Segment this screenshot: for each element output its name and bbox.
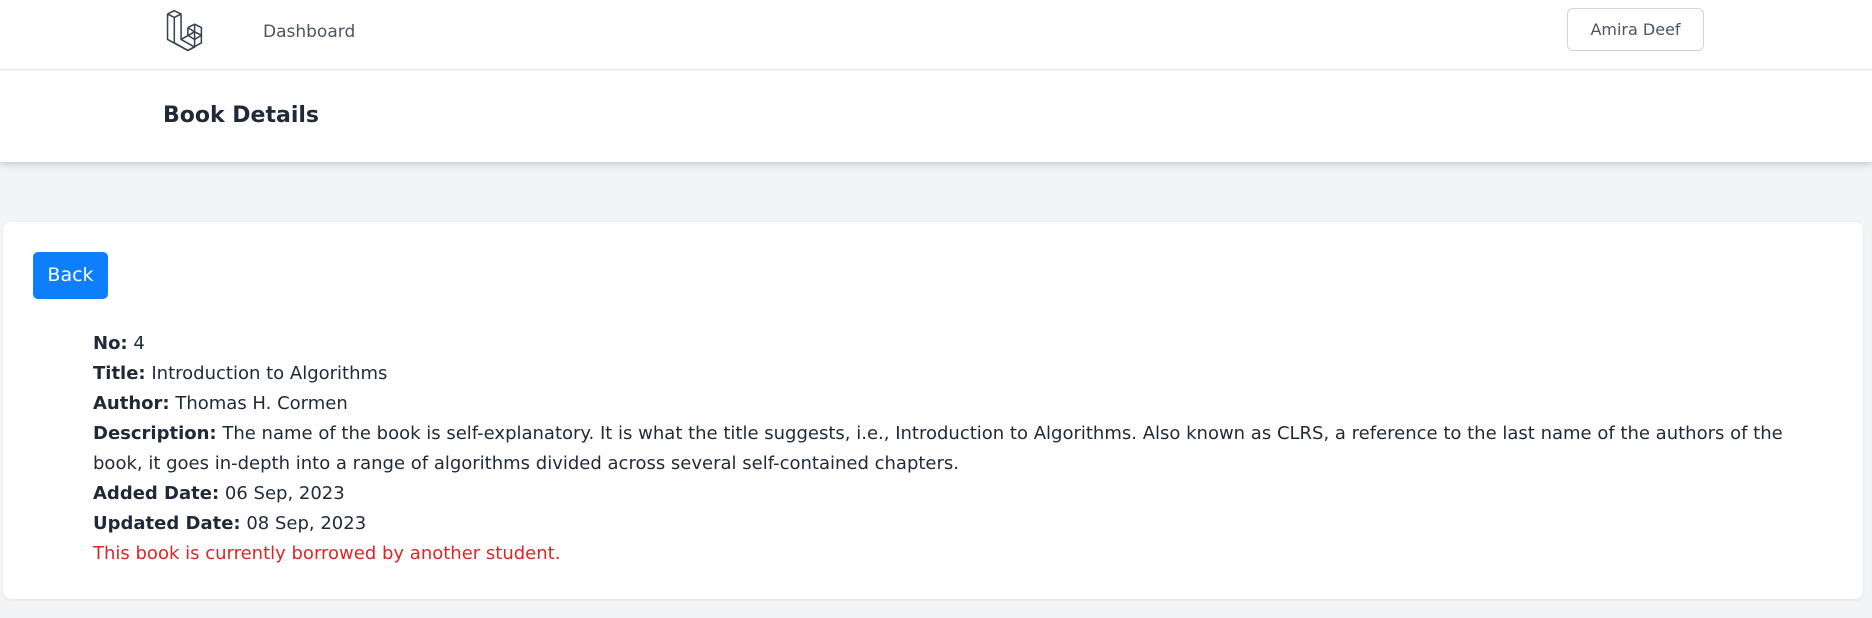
top-navigation-bar: Dashboard Amira Deef — [0, 0, 1872, 70]
back-button[interactable]: Back — [33, 252, 108, 299]
detail-row-no: No: 4 — [93, 329, 1833, 359]
detail-row-added-date: Added Date: 06 Sep, 2023 — [93, 479, 1833, 509]
detail-value: The name of the book is self-explanatory… — [93, 423, 1783, 474]
page-title: Book Details — [163, 103, 320, 128]
book-details-list: No: 4 Title: Introduction to Algorithms … — [93, 329, 1833, 569]
detail-label: Title: — [93, 363, 146, 384]
detail-value: 08 Sep, 2023 — [246, 513, 367, 534]
detail-value: 4 — [133, 333, 145, 354]
borrow-status-message: This book is currently borrowed by anoth… — [93, 543, 561, 564]
laravel-logo-icon[interactable] — [165, 9, 209, 53]
detail-row-description: Description: The name of the book is sel… — [93, 419, 1833, 479]
detail-label: Author: — [93, 393, 170, 414]
detail-row-author: Author: Thomas H. Cormen — [93, 389, 1833, 419]
book-details-card: Back No: 4 Title: Introduction to Algori… — [3, 222, 1863, 599]
detail-value: 06 Sep, 2023 — [224, 483, 345, 504]
page-header: Book Details — [0, 71, 1872, 162]
nav-link-dashboard[interactable]: Dashboard — [263, 21, 355, 43]
detail-label: Description: — [93, 423, 217, 444]
detail-value: Introduction to Algorithms — [151, 363, 388, 384]
detail-row-updated-date: Updated Date: 08 Sep, 2023 — [93, 509, 1833, 539]
detail-row-title: Title: Introduction to Algorithms — [93, 359, 1833, 389]
detail-label: Added Date: — [93, 483, 220, 504]
detail-label: Updated Date: — [93, 513, 241, 534]
detail-value: Thomas H. Cormen — [175, 393, 348, 414]
user-menu-button[interactable]: Amira Deef — [1567, 8, 1704, 51]
detail-label: No: — [93, 333, 128, 354]
